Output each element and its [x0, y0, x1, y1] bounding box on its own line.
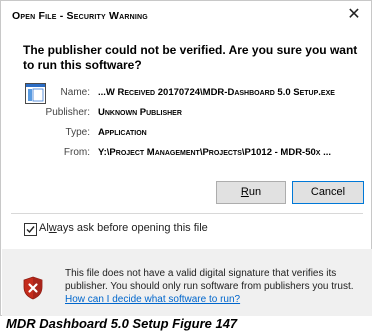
- name-label: Name:: [60, 87, 90, 98]
- signature-warning-panel: This file does not have a valid digital …: [2, 249, 372, 316]
- checkbox-label-mnemonic: w: [48, 222, 57, 234]
- run-label-rest: un: [248, 186, 262, 198]
- from-label: From:: [63, 147, 90, 158]
- always-ask-checkbox[interactable]: [24, 223, 37, 236]
- warning-message: This file does not have a valid digital …: [65, 267, 365, 306]
- checkbox-label-rest: ays ask before opening this file: [56, 222, 208, 234]
- close-button[interactable]: ✕: [343, 5, 365, 25]
- dialog-title: Open File - Security Warning: [12, 10, 148, 22]
- warning-text: This file does not have a valid digital …: [65, 268, 354, 292]
- checkbox-label-prefix: Al: [39, 222, 49, 234]
- publisher-value: Unknown Publisher: [98, 107, 182, 118]
- run-button[interactable]: Run: [216, 181, 286, 204]
- security-warning-dialog: Open File - Security Warning ✕ The publi…: [0, 0, 372, 316]
- warning-headline: The publisher could not be verified. Are…: [23, 43, 358, 72]
- figure-caption: MDR Dashboard 5.0 Setup Figure 147: [6, 316, 238, 331]
- title-bar: Open File - Security Warning ✕: [1, 1, 371, 31]
- always-ask-label: Always ask before opening this file: [39, 222, 208, 234]
- decide-software-link[interactable]: How can I decide what software to run?: [65, 294, 240, 305]
- name-value: ...W Received 20170724\MDR-Dashboard 5.0…: [98, 87, 335, 98]
- run-mnemonic: R: [240, 186, 249, 198]
- cancel-button[interactable]: Cancel: [292, 181, 364, 204]
- close-icon: ✕: [347, 6, 361, 23]
- type-value: Application: [98, 127, 147, 138]
- checkmark-icon: [26, 226, 35, 234]
- publisher-label: Publisher:: [45, 107, 90, 118]
- divider: [11, 213, 363, 214]
- shield-error-icon: [23, 276, 43, 300]
- type-label: Type:: [65, 127, 90, 138]
- from-value: Y:\Project Management\Projects\P1012 - M…: [98, 147, 332, 158]
